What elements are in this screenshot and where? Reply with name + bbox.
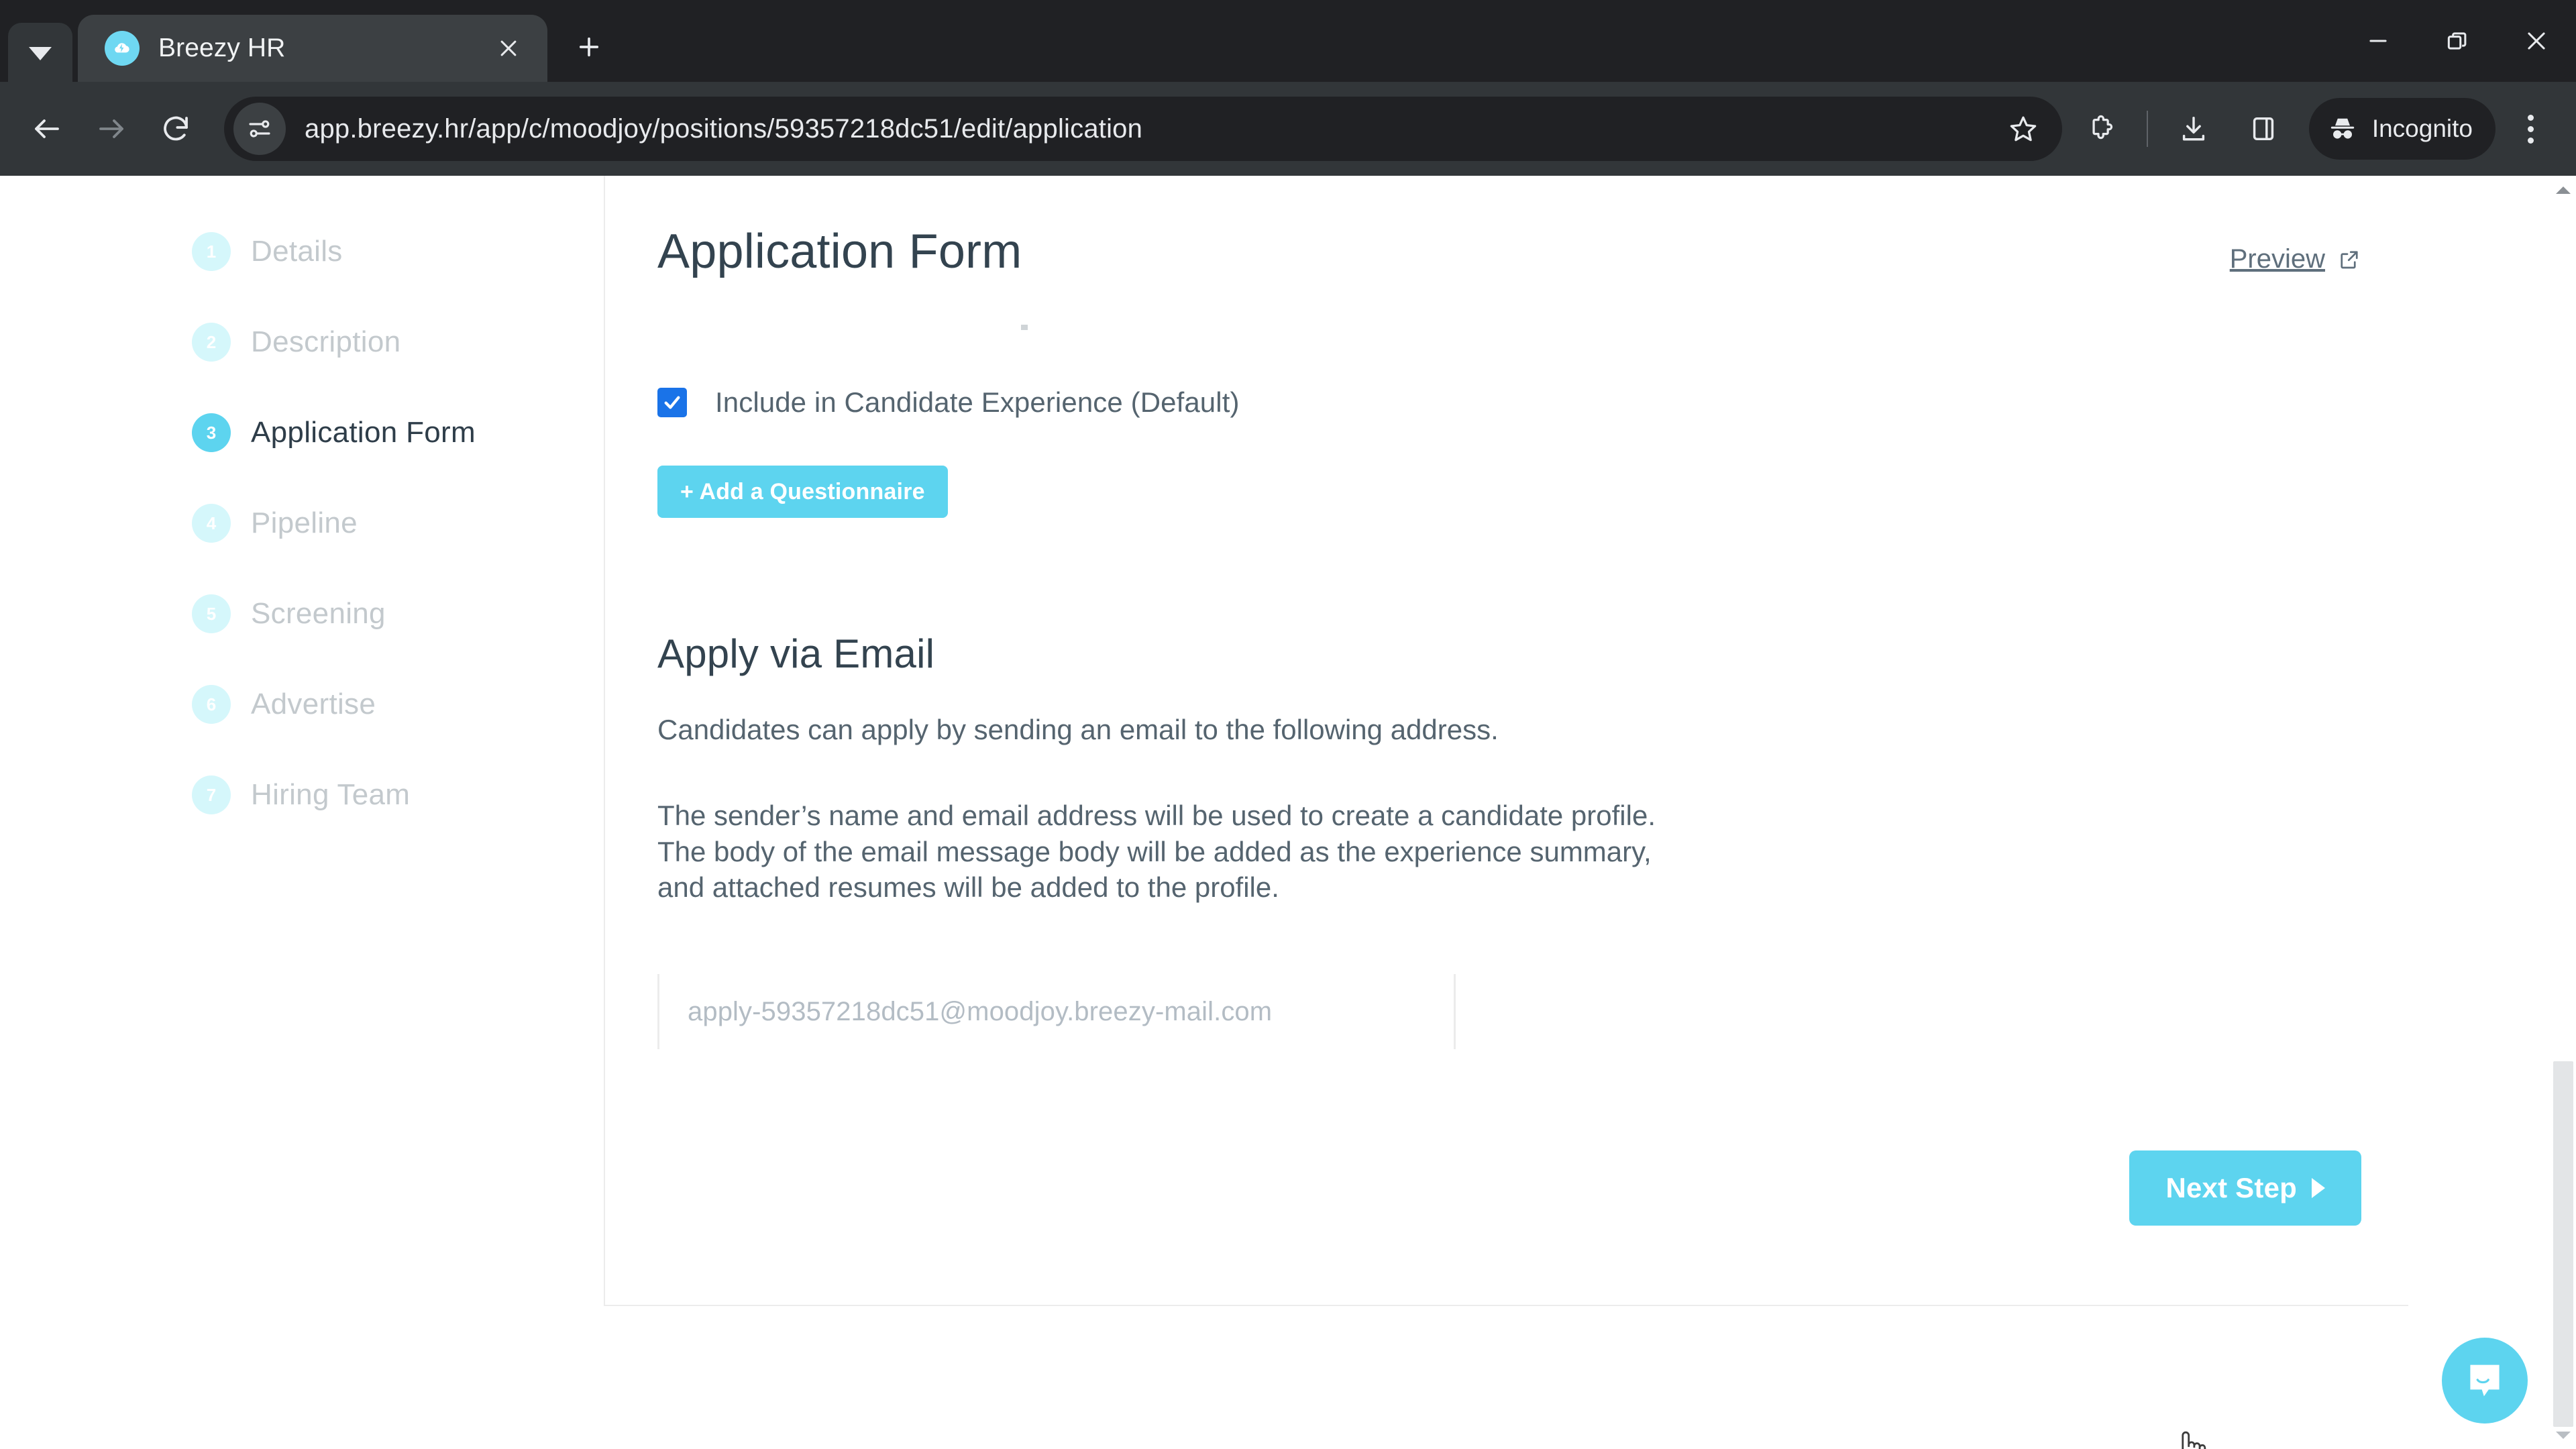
forward-button[interactable]	[79, 97, 144, 161]
scroll-up-arrow-icon[interactable]	[2551, 177, 2576, 203]
url-text: app.breezy.hr/app/c/moodjoy/positions/59…	[305, 113, 1143, 144]
step-number: 1	[192, 232, 231, 271]
step-number: 6	[192, 685, 231, 724]
close-icon[interactable]	[2497, 0, 2576, 82]
intercom-chat-launcher[interactable]	[2442, 1338, 2528, 1424]
profile-incognito-button[interactable]: Incognito	[2308, 98, 2496, 160]
card-header: Application Form Preview	[657, 176, 2361, 279]
chevron-down-icon	[29, 47, 52, 60]
apply-via-email-heading: Apply via Email	[657, 631, 935, 676]
window-controls	[2339, 0, 2576, 82]
reload-button[interactable]	[144, 97, 208, 161]
toolbar-divider	[2146, 111, 2148, 147]
sidebar-item-details[interactable]: 1 Details	[192, 228, 594, 275]
sidebar-item-application-form[interactable]: 3 Application Form	[192, 409, 594, 456]
step-number: 5	[192, 594, 231, 633]
back-button[interactable]	[15, 97, 79, 161]
apply-email-address-field[interactable]: apply-59357218dc51@moodjoy.breezy-mail.c…	[657, 974, 1456, 1049]
incognito-hat-glasses-icon	[2330, 118, 2355, 139]
minimize-icon[interactable]	[2339, 0, 2418, 82]
checkbox-label: Include in Candidate Experience (Default…	[715, 386, 1240, 418]
restore-icon[interactable]	[2418, 0, 2497, 82]
chat-bubble-icon	[2470, 1364, 2500, 1397]
application-form-card: Application Form Preview Include in Cand…	[604, 176, 2408, 1306]
add-questionnaire-button[interactable]: + Add a Questionnaire	[657, 466, 948, 518]
step-number: 4	[192, 504, 231, 543]
step-label: Details	[251, 235, 343, 268]
browser-window: Breezy HR app.breezy.hr/app/c/moodjoy/po…	[0, 0, 2576, 1449]
checkmark-icon	[664, 396, 680, 409]
browser-toolbar: app.breezy.hr/app/c/moodjoy/positions/59…	[0, 82, 2576, 176]
next-step-button[interactable]: Next Step	[2129, 1150, 2361, 1226]
apply-via-email-paragraph-2-line-3: and attached resumes will be added to th…	[657, 871, 1279, 904]
sidebar-item-description[interactable]: 2 Description	[192, 319, 594, 366]
candidate-experience-checkbox-row[interactable]: Include in Candidate Experience (Default…	[657, 386, 2361, 419]
page-scrollbar[interactable]	[2551, 176, 2576, 1449]
position-setup-stepper: 1 Details 2 Description 3 Application Fo…	[192, 228, 594, 862]
page-viewport: 1 Details 2 Description 3 Application Fo…	[0, 176, 2576, 1449]
site-settings-icon[interactable]	[233, 103, 286, 155]
star-icon[interactable]	[1992, 98, 2054, 160]
sidebar-item-advertise[interactable]: 6 Advertise	[192, 681, 594, 728]
page-title: Application Form	[657, 225, 1022, 278]
scroll-down-arrow-icon[interactable]	[2551, 1422, 2576, 1448]
three-dot-menu-icon[interactable]	[2502, 98, 2559, 160]
apply-via-email-paragraph-2-line-1: The sender’s name and email address will…	[657, 799, 1656, 831]
step-number: 2	[192, 323, 231, 362]
tab-title: Breezy HR	[158, 34, 286, 62]
step-label: Description	[251, 325, 401, 358]
external-link-icon	[2341, 250, 2358, 268]
apply-via-email-paragraph-1: Candidates can apply by sending an email…	[657, 714, 1499, 745]
extensions-puzzle-icon[interactable]	[2070, 98, 2132, 160]
profile-label: Incognito	[2371, 115, 2473, 142]
scrollbar-thumb[interactable]	[2553, 1061, 2573, 1427]
sidebar-item-screening[interactable]: 5 Screening	[192, 590, 594, 637]
step-label: Screening	[251, 597, 386, 630]
apply-via-email-paragraph-2-line-2: The body of the email message body will …	[657, 835, 1652, 867]
side-panel-icon[interactable]	[2233, 98, 2294, 160]
tab-search-button[interactable]	[8, 23, 72, 82]
next-step-label: Next Step	[2165, 1172, 2297, 1203]
download-icon[interactable]	[2163, 98, 2224, 160]
tab-close-icon[interactable]	[490, 30, 527, 67]
step-number: 7	[192, 775, 231, 814]
candidate-experience-checkbox[interactable]	[657, 388, 687, 417]
chevron-right-icon	[2312, 1178, 2325, 1198]
tab-strip: Breezy HR	[0, 0, 2576, 82]
sidebar-item-hiring-team[interactable]: 7 Hiring Team	[192, 771, 594, 818]
pointer-hand-cursor	[2169, 1427, 2210, 1449]
new-tab-button[interactable]	[562, 20, 616, 74]
sidebar-item-pipeline[interactable]: 4 Pipeline	[192, 500, 594, 547]
scrolled-content-fragment	[1021, 325, 1028, 330]
preview-link[interactable]: Preview	[2230, 237, 2361, 274]
preview-label: Preview	[2229, 244, 2325, 274]
apply-email-address-value: apply-59357218dc51@moodjoy.breezy-mail.c…	[688, 996, 1273, 1026]
step-label: Advertise	[251, 688, 376, 720]
step-label: Application Form	[251, 416, 476, 449]
step-label: Hiring Team	[251, 778, 411, 811]
step-number: 3	[192, 413, 231, 452]
browser-tab[interactable]: Breezy HR	[78, 15, 547, 82]
address-bar[interactable]: app.breezy.hr/app/c/moodjoy/positions/59…	[224, 97, 2062, 161]
step-label: Pipeline	[251, 506, 358, 539]
breezy-cloud-icon	[105, 31, 140, 66]
